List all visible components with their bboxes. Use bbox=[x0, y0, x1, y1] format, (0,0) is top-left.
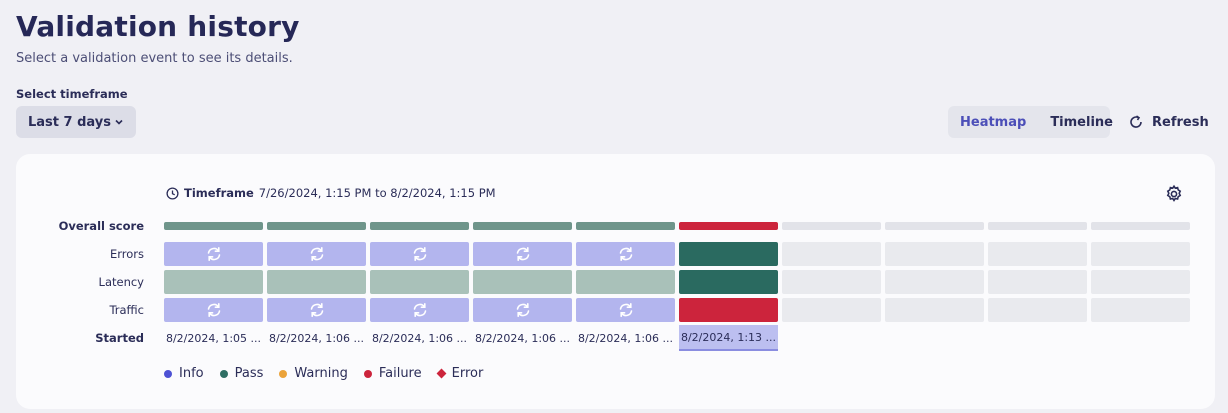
heatmap-cell-overall[interactable] bbox=[370, 222, 469, 230]
dot-icon bbox=[363, 369, 372, 378]
refresh-button[interactable]: Refresh bbox=[1128, 106, 1209, 138]
sync-icon bbox=[516, 302, 529, 317]
heatmap-cell-errors[interactable] bbox=[679, 242, 778, 266]
heatmap-cell-latency bbox=[988, 270, 1087, 294]
legend-label: Failure bbox=[378, 366, 422, 381]
chevron-down-icon bbox=[115, 119, 123, 125]
heatmap-cell-overall[interactable] bbox=[267, 222, 366, 230]
row-label-latency: Latency bbox=[98, 275, 144, 289]
page-subtitle: Select a validation event to see its det… bbox=[16, 51, 293, 66]
timeframe-prefix: Timeframe bbox=[184, 186, 254, 200]
heatmap-cell-errors bbox=[885, 242, 984, 266]
heatmap-cell-overall bbox=[885, 222, 984, 230]
dot-icon bbox=[219, 369, 228, 378]
timeframe-select-value: Last 7 days bbox=[28, 114, 111, 130]
heatmap-cell-traffic bbox=[988, 298, 1087, 322]
heatmap-cell-overall[interactable] bbox=[576, 222, 675, 230]
legend-item: Warning bbox=[279, 366, 348, 381]
legend: Info Pass Warning Failure Error bbox=[164, 366, 483, 381]
heatmap-cell-traffic bbox=[885, 298, 984, 322]
legend-item: Info bbox=[164, 366, 204, 381]
heatmap-cell-errors[interactable] bbox=[576, 242, 675, 266]
legend-item: Error bbox=[436, 366, 484, 381]
started-cell[interactable]: 8/2/2024, 1:05 ... bbox=[164, 325, 263, 351]
started-cell[interactable]: 8/2/2024, 1:06 ... bbox=[370, 325, 469, 351]
heatmap-cell-overall[interactable] bbox=[679, 222, 778, 230]
heatmap-cell-traffic[interactable] bbox=[576, 298, 675, 322]
started-cell bbox=[1091, 325, 1190, 351]
legend-label: Warning bbox=[294, 366, 348, 381]
started-cell bbox=[988, 325, 1087, 351]
timeframe-select-label: Select timeframe bbox=[16, 87, 128, 101]
refresh-icon bbox=[1130, 115, 1142, 128]
heatmap-cell-latency[interactable] bbox=[473, 270, 572, 294]
heatmap-cell-latency[interactable] bbox=[576, 270, 675, 294]
heatmap-cell-traffic[interactable] bbox=[473, 298, 572, 322]
heatmap-cell-traffic[interactable] bbox=[370, 298, 469, 322]
row-label-overall: Overall score bbox=[58, 219, 144, 233]
heatmap-cell-latency[interactable] bbox=[164, 270, 263, 294]
heatmap-cell-traffic[interactable] bbox=[164, 298, 263, 322]
timeframe-range: 7/26/2024, 1:15 PM to 8/2/2024, 1:15 PM bbox=[258, 186, 496, 200]
heatmap-cell-overall[interactable] bbox=[473, 222, 572, 230]
started-cell[interactable]: 8/2/2024, 1:13 ... bbox=[679, 325, 778, 351]
sync-icon bbox=[413, 246, 426, 261]
started-cell bbox=[885, 325, 984, 351]
view-toggle: Heatmap Timeline bbox=[948, 106, 1113, 138]
legend-label: Pass bbox=[234, 366, 264, 381]
heatmap-cell-overall[interactable] bbox=[164, 222, 263, 230]
heatmap-cell-latency[interactable] bbox=[679, 270, 778, 294]
heatmap-cell-errors bbox=[782, 242, 881, 266]
heatmap-cell-latency bbox=[782, 270, 881, 294]
tab-timeline[interactable]: Timeline bbox=[1038, 106, 1125, 138]
started-cell bbox=[782, 325, 881, 351]
refresh-label: Refresh bbox=[1152, 114, 1209, 130]
heatmap-cell-traffic[interactable] bbox=[679, 298, 778, 322]
heatmap-cell-overall bbox=[782, 222, 881, 230]
sync-icon bbox=[516, 246, 529, 261]
sync-icon bbox=[310, 246, 323, 261]
started-cell[interactable]: 8/2/2024, 1:06 ... bbox=[473, 325, 572, 351]
legend-item: Pass bbox=[219, 366, 264, 381]
heatmap-timeframe: Timeframe 7/26/2024, 1:15 PM to 8/2/2024… bbox=[166, 186, 496, 200]
sync-icon bbox=[619, 246, 632, 261]
heatmap-cell-overall bbox=[988, 222, 1087, 230]
dot-icon bbox=[164, 369, 172, 378]
sync-icon bbox=[207, 246, 220, 261]
heatmap-cell-traffic bbox=[782, 298, 881, 322]
heatmap-cell-errors[interactable] bbox=[267, 242, 366, 266]
tab-heatmap[interactable]: Heatmap bbox=[948, 106, 1038, 138]
heatmap-cell-errors[interactable] bbox=[370, 242, 469, 266]
heatmap-cell-errors[interactable] bbox=[164, 242, 263, 266]
heatmap-cell-latency bbox=[1091, 270, 1190, 294]
heatmap-cell-latency bbox=[885, 270, 984, 294]
page-title: Validation history bbox=[16, 10, 300, 43]
started-cell[interactable]: 8/2/2024, 1:06 ... bbox=[576, 325, 675, 351]
heatmap-cell-errors bbox=[1091, 242, 1190, 266]
legend-label: Info bbox=[179, 366, 204, 381]
settings-gear-icon[interactable] bbox=[1164, 184, 1184, 204]
heatmap-cell-latency[interactable] bbox=[267, 270, 366, 294]
timeframe-select[interactable]: Last 7 days bbox=[16, 106, 136, 138]
sync-icon bbox=[619, 302, 632, 317]
heatmap-cell-traffic bbox=[1091, 298, 1190, 322]
heatmap-cell-latency[interactable] bbox=[370, 270, 469, 294]
heatmap-card: Timeframe 7/26/2024, 1:15 PM to 8/2/2024… bbox=[16, 154, 1215, 409]
heatmap-cell-errors[interactable] bbox=[473, 242, 572, 266]
sync-icon bbox=[310, 302, 323, 317]
heatmap-cell-traffic[interactable] bbox=[267, 298, 366, 322]
started-cell[interactable]: 8/2/2024, 1:06 ... bbox=[267, 325, 366, 351]
row-label-traffic: Traffic bbox=[109, 303, 144, 317]
dot-icon bbox=[279, 369, 288, 378]
sync-icon bbox=[413, 302, 426, 317]
legend-item: Failure bbox=[363, 366, 422, 381]
row-label-started: Started bbox=[95, 331, 144, 345]
heatmap-cell-overall bbox=[1091, 222, 1190, 230]
heatmap-cell-errors bbox=[988, 242, 1087, 266]
clock-icon bbox=[166, 186, 179, 200]
row-label-errors: Errors bbox=[109, 247, 144, 261]
sync-icon bbox=[207, 302, 220, 317]
legend-label: Error bbox=[451, 366, 484, 381]
diamond-icon bbox=[436, 368, 447, 379]
